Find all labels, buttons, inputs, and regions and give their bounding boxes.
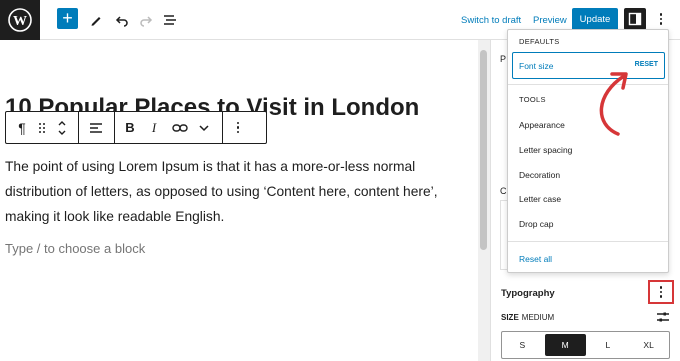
size-label: SIZE MEDIUM (501, 313, 554, 322)
size-option-l[interactable]: L (588, 332, 629, 358)
drag-handle-icon[interactable] (36, 112, 48, 143)
size-label-key: SIZE (501, 313, 519, 322)
preview-button[interactable]: Preview (533, 15, 567, 26)
list-view-icon[interactable] (160, 10, 180, 30)
svg-text:W: W (13, 14, 27, 29)
defaults-heading: DEFAULTS (519, 37, 560, 46)
block-options-icon[interactable] (230, 112, 246, 143)
align-text-icon[interactable] (86, 112, 106, 143)
options-more-icon[interactable] (654, 9, 668, 29)
font-size-label: Font size (519, 61, 554, 71)
scrollbar-thumb[interactable] (480, 50, 487, 250)
link-icon[interactable] (170, 112, 190, 143)
typography-options-menu: DEFAULTS Font size RESET TOOLS Appearanc… (507, 29, 669, 273)
size-option-s[interactable]: S (502, 332, 543, 358)
menu-item-letter-case[interactable]: Letter case (519, 194, 561, 204)
size-option-xl[interactable]: XL (628, 332, 669, 358)
size-label-value: MEDIUM (521, 313, 555, 322)
menu-item-letter-spacing[interactable]: Letter spacing (519, 145, 572, 155)
block-toolbar: ¶ B I (5, 111, 267, 144)
switch-to-draft-button[interactable]: Switch to draft (461, 15, 521, 26)
paragraph-block[interactable]: The point of using Lorem Ipsum is that i… (5, 154, 475, 229)
paragraph-block-icon[interactable]: ¶ (12, 112, 32, 143)
custom-size-settings-icon[interactable] (656, 310, 670, 324)
redo-icon[interactable] (136, 10, 156, 30)
tools-pencil-icon[interactable] (86, 10, 106, 30)
chevron-down-icon[interactable] (196, 112, 212, 143)
settings-sidebar-icon[interactable] (624, 8, 646, 30)
wordpress-logo-icon[interactable]: W (0, 0, 40, 40)
editor-scrollbar[interactable] (478, 40, 490, 361)
font-size-menu-item[interactable]: Font size RESET (512, 52, 665, 79)
sidebar-tab-fragment: P (500, 54, 507, 64)
typography-panel-title: Typography (501, 288, 555, 299)
reset-all-button[interactable]: Reset all (519, 254, 552, 264)
undo-icon[interactable] (112, 10, 132, 30)
block-placeholder[interactable]: Type / to choose a block (5, 241, 145, 256)
menu-item-drop-cap[interactable]: Drop cap (519, 219, 554, 229)
menu-item-decoration[interactable]: Decoration (519, 170, 560, 180)
font-size-picker: S M L XL (501, 331, 670, 359)
italic-button[interactable]: I (146, 112, 162, 143)
bold-button[interactable]: B (122, 112, 138, 143)
sidebar-panel-fragment: C (500, 186, 507, 196)
menu-item-appearance[interactable]: Appearance (519, 120, 565, 130)
size-option-m[interactable]: M (544, 334, 586, 356)
add-block-icon[interactable]: + (57, 8, 78, 29)
tools-heading: TOOLS (519, 95, 546, 104)
annotation-arrow-icon (599, 72, 628, 136)
move-up-down-icon[interactable] (54, 112, 70, 143)
typography-options-icon[interactable] (648, 280, 674, 304)
